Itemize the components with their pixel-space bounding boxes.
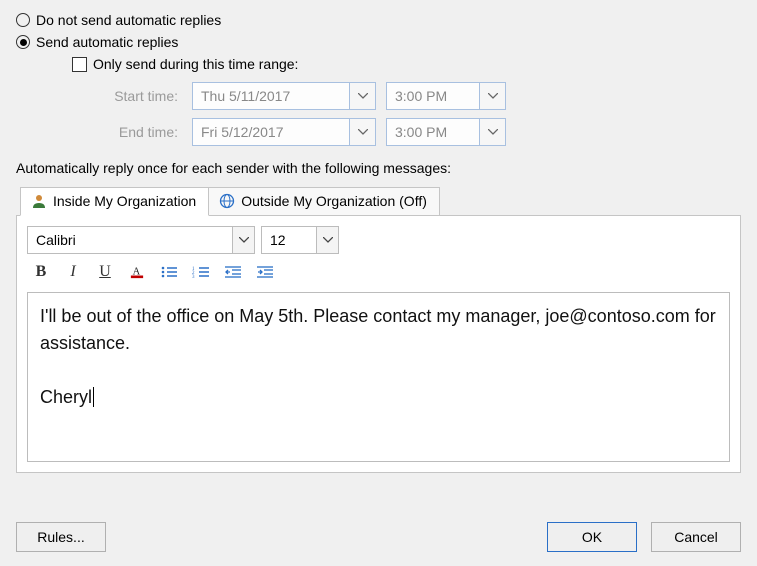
font-name-select[interactable]: Calibri (27, 226, 255, 254)
chevron-down-icon[interactable] (480, 118, 506, 146)
globe-icon (219, 193, 235, 209)
radio-do-not-send-label: Do not send automatic replies (36, 12, 221, 28)
bullet-list-button[interactable] (155, 260, 183, 284)
message-textarea[interactable]: I'll be out of the office on May 5th. Pl… (27, 292, 730, 462)
cancel-button[interactable]: Cancel (651, 522, 741, 552)
time-range-checkbox-label: Only send during this time range: (93, 56, 298, 72)
checkbox-icon (72, 57, 87, 72)
increase-indent-button[interactable] (251, 260, 279, 284)
start-date-value: Thu 5/11/2017 (192, 82, 350, 110)
editor-panel: Calibri 12 B I U A 123 (16, 215, 741, 473)
chevron-down-icon[interactable] (350, 82, 376, 110)
start-time-combo[interactable]: 3:00 PM (386, 82, 506, 110)
tab-inside-label: Inside My Organization (53, 193, 196, 209)
start-date-combo[interactable]: Thu 5/11/2017 (192, 82, 376, 110)
start-time-value: 3:00 PM (386, 82, 480, 110)
section-label: Automatically reply once for each sender… (16, 160, 741, 176)
tab-strip: Inside My Organization Outside My Organi… (20, 186, 741, 215)
time-range-checkbox[interactable]: Only send during this time range: (72, 56, 741, 72)
tab-outside-organization[interactable]: Outside My Organization (Off) (208, 187, 440, 216)
end-date-combo[interactable]: Fri 5/12/2017 (192, 118, 376, 146)
chevron-down-icon[interactable] (350, 118, 376, 146)
font-size-value: 12 (262, 227, 316, 253)
end-time-label: End time: (92, 124, 182, 140)
message-line: Cheryl (40, 384, 717, 411)
bold-button[interactable]: B (27, 260, 55, 284)
radio-send[interactable]: Send automatic replies (16, 34, 741, 50)
time-range-grid: Start time: Thu 5/11/2017 3:00 PM End ti… (92, 82, 741, 146)
italic-button[interactable]: I (59, 260, 87, 284)
radio-send-label: Send automatic replies (36, 34, 178, 50)
end-time-combo[interactable]: 3:00 PM (386, 118, 506, 146)
dialog-button-row: Rules... OK Cancel (16, 522, 741, 552)
chevron-down-icon[interactable] (316, 227, 338, 253)
tab-outside-label: Outside My Organization (Off) (241, 193, 427, 209)
format-toolbar: B I U A 123 (27, 260, 730, 284)
ok-button[interactable]: OK (547, 522, 637, 552)
message-line (40, 357, 717, 384)
numbered-list-button[interactable]: 123 (187, 260, 215, 284)
tab-inside-organization[interactable]: Inside My Organization (20, 187, 209, 216)
font-row: Calibri 12 (27, 226, 730, 254)
decrease-indent-button[interactable] (219, 260, 247, 284)
message-line: I'll be out of the office on May 5th. Pl… (40, 303, 717, 357)
end-date-value: Fri 5/12/2017 (192, 118, 350, 146)
user-inside-icon (31, 193, 47, 209)
end-time-value: 3:00 PM (386, 118, 480, 146)
underline-button[interactable]: U (91, 260, 119, 284)
radio-icon (16, 13, 30, 27)
chevron-down-icon[interactable] (232, 227, 254, 253)
chevron-down-icon[interactable] (480, 82, 506, 110)
svg-text:3: 3 (192, 275, 195, 279)
rules-button[interactable]: Rules... (16, 522, 106, 552)
font-color-button[interactable]: A (123, 260, 151, 284)
font-size-select[interactable]: 12 (261, 226, 339, 254)
font-name-value: Calibri (28, 227, 232, 253)
start-time-label: Start time: (92, 88, 182, 104)
radio-icon-selected (16, 35, 30, 49)
radio-do-not-send[interactable]: Do not send automatic replies (16, 12, 741, 28)
automatic-replies-dialog: Do not send automatic replies Send autom… (0, 0, 757, 566)
